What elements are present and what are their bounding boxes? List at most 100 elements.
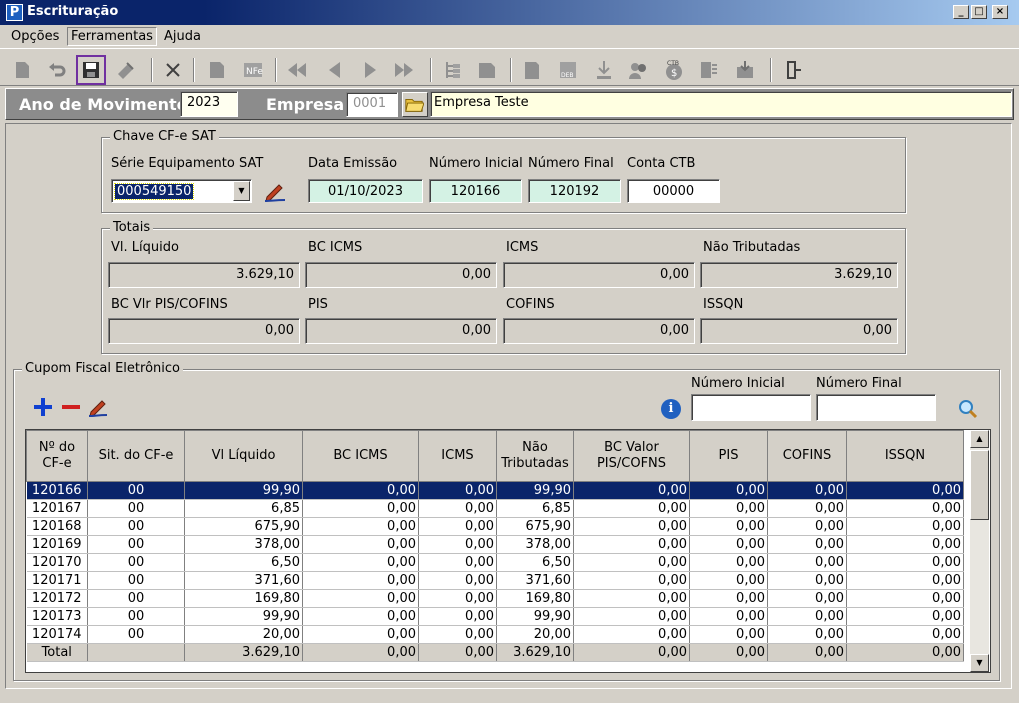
filtro-numero-inicial-field[interactable] bbox=[691, 394, 811, 421]
nao-tributadas-field: 3.629,10 bbox=[700, 262, 898, 288]
scroll-up-icon[interactable]: ▲ bbox=[970, 430, 989, 448]
menu-opcoes[interactable]: Opções bbox=[11, 29, 59, 44]
total-cell: 3.629,10 bbox=[496, 643, 574, 662]
edit-pencil-icon[interactable] bbox=[262, 178, 288, 204]
chevron-down-icon[interactable]: ▼ bbox=[233, 181, 250, 201]
table-cell: 0,00 bbox=[418, 553, 497, 572]
bc-pis-cofins-field: 0,00 bbox=[108, 318, 300, 344]
col-header-cofins[interactable]: COFINS bbox=[767, 430, 847, 482]
info-icon[interactable]: i bbox=[661, 399, 681, 419]
table-cell: 0,00 bbox=[767, 553, 847, 572]
table-cell: 0,00 bbox=[846, 517, 964, 536]
open-folder-button[interactable] bbox=[402, 92, 428, 117]
table-cell: 675,90 bbox=[496, 517, 574, 536]
issqn-field: 0,00 bbox=[700, 318, 898, 344]
scroll-down-icon[interactable]: ▼ bbox=[970, 654, 989, 672]
col-header-situacao[interactable]: Sit. do CF-e bbox=[87, 430, 185, 482]
folder-doc-icon[interactable] bbox=[474, 57, 500, 83]
col-header-bc-pis-cofins[interactable]: BC Valor PIS/COFNS bbox=[573, 430, 690, 482]
numero-inicial-field[interactable]: 120166 bbox=[429, 179, 522, 203]
conta-ctb-field[interactable]: 00000 bbox=[627, 179, 720, 203]
book-icon[interactable] bbox=[519, 57, 545, 83]
total-cell: 0,00 bbox=[767, 643, 847, 662]
filtro-numero-final-field[interactable] bbox=[816, 394, 936, 421]
table-cell: 00 bbox=[87, 589, 185, 608]
table-cell: 0,00 bbox=[418, 535, 497, 554]
table-row[interactable]: 120173 00 99,90 0,00 0,00 99,90 0,00 0,00 0,00 0,… bbox=[26, 607, 964, 626]
table-scrollbar[interactable]: ▲ ▼ bbox=[970, 430, 989, 672]
pis-field: 0,00 bbox=[305, 318, 497, 344]
table-cell: 120168 bbox=[26, 517, 88, 536]
totais-legend: Totais bbox=[110, 220, 154, 235]
table-row[interactable]: 120166 00 99,90 0,00 0,00 99,90 0,00 0,00 0,00 0,… bbox=[26, 481, 964, 500]
svg-text:NFe: NFe bbox=[246, 67, 263, 77]
edit-pencil-icon[interactable] bbox=[86, 395, 110, 419]
numero-final-field[interactable]: 120192 bbox=[528, 179, 621, 203]
table-row[interactable]: 120167 00 6,85 0,00 0,00 6,85 0,00 0,00 0,00 0,00 bbox=[26, 499, 964, 518]
empresa-name-field: Empresa Teste bbox=[430, 91, 1012, 117]
search-icon[interactable] bbox=[957, 398, 979, 420]
col-header-pis[interactable]: PIS bbox=[689, 430, 768, 482]
col-header-nao-tributadas[interactable]: Não Tributadas bbox=[496, 430, 574, 482]
table-cell: 0,00 bbox=[689, 607, 768, 626]
total-cell: 0,00 bbox=[689, 643, 768, 662]
table-cell: 120173 bbox=[26, 607, 88, 626]
download-icon[interactable] bbox=[591, 57, 617, 83]
ctb-money-icon[interactable]: $ CTB bbox=[661, 57, 687, 83]
table-cell: 99,90 bbox=[184, 481, 303, 500]
undo-icon[interactable] bbox=[44, 57, 70, 83]
table-cell: 120167 bbox=[26, 499, 88, 518]
col-header-vl-liquido[interactable]: Vl Líquido bbox=[184, 430, 303, 482]
deb-icon[interactable]: DEB bbox=[555, 57, 581, 83]
title-bar[interactable]: P Escrituração _ □ × bbox=[0, 0, 1019, 25]
table-row[interactable]: 120169 00 378,00 0,00 0,00 378,00 0,00 0,00 0,00… bbox=[26, 535, 964, 554]
menu-ajuda[interactable]: Ajuda bbox=[164, 29, 201, 44]
table-cell: 0,00 bbox=[846, 571, 964, 590]
first-record-icon[interactable] bbox=[284, 57, 310, 83]
table-cell: 20,00 bbox=[184, 625, 303, 644]
col-header-bc-icms[interactable]: BC ICMS bbox=[302, 430, 419, 482]
col-header-issqn[interactable]: ISSQN bbox=[846, 430, 964, 482]
serie-select[interactable]: 000549150 ▼ bbox=[111, 179, 252, 203]
last-record-icon[interactable] bbox=[391, 57, 417, 83]
window-title: Escrituração bbox=[27, 4, 119, 19]
table-cell: 0,00 bbox=[418, 589, 497, 608]
exit-icon[interactable] bbox=[780, 57, 806, 83]
bc-icms-field: 0,00 bbox=[305, 262, 497, 288]
col-header-numero[interactable]: Nº do CF-e bbox=[26, 430, 88, 482]
table-row[interactable]: 120174 00 20,00 0,00 0,00 20,00 0,00 0,00 0,00 0,… bbox=[26, 625, 964, 644]
table-cell: 0,00 bbox=[767, 589, 847, 608]
tree-icon[interactable] bbox=[440, 57, 466, 83]
table-row[interactable]: 120171 00 371,60 0,00 0,00 371,60 0,00 0,00 0,00… bbox=[26, 571, 964, 590]
document-icon[interactable] bbox=[204, 57, 230, 83]
menu-ferramentas[interactable]: Ferramentas bbox=[67, 27, 157, 46]
save-button[interactable] bbox=[76, 55, 106, 85]
filtro-numero-inicial-label: Número Inicial bbox=[691, 376, 785, 391]
new-document-icon[interactable] bbox=[9, 57, 35, 83]
table-row[interactable]: 120170 00 6,50 0,00 0,00 6,50 0,00 0,00 0,00 0,00 bbox=[26, 553, 964, 572]
issqn-label: ISSQN bbox=[703, 297, 744, 312]
report-icon[interactable] bbox=[696, 57, 722, 83]
col-header-icms[interactable]: ICMS bbox=[418, 430, 497, 482]
empresa-code-field[interactable]: 0001 bbox=[346, 92, 398, 117]
vl-liquido-label: Vl. Líquido bbox=[111, 240, 179, 255]
next-record-icon[interactable] bbox=[357, 57, 383, 83]
table-row[interactable]: 120168 00 675,90 0,00 0,00 675,90 0,00 0,00 0,00… bbox=[26, 517, 964, 536]
numero-inicial-label: Número Inicial bbox=[429, 156, 523, 171]
scroll-thumb[interactable] bbox=[970, 450, 989, 520]
cfe-table[interactable]: Nº do CF-e Sit. do CF-e Vl Líquido BC IC… bbox=[25, 429, 991, 673]
tools-icon[interactable] bbox=[113, 57, 139, 83]
minimize-button[interactable]: _ bbox=[953, 5, 969, 19]
nfe-icon[interactable]: NFe bbox=[240, 57, 266, 83]
ano-field[interactable]: 2023 bbox=[180, 91, 238, 117]
people-icon[interactable] bbox=[625, 57, 651, 83]
data-emissao-field[interactable]: 01/10/2023 bbox=[308, 179, 423, 203]
add-icon[interactable] bbox=[31, 395, 55, 419]
maximize-button[interactable]: □ bbox=[971, 5, 987, 19]
remove-icon[interactable] bbox=[59, 395, 83, 419]
import-icon[interactable] bbox=[732, 57, 758, 83]
table-row[interactable]: 120172 00 169,80 0,00 0,00 169,80 0,00 0,00 0,00… bbox=[26, 589, 964, 608]
delete-icon[interactable] bbox=[160, 57, 186, 83]
previous-record-icon[interactable] bbox=[322, 57, 348, 83]
close-button[interactable]: × bbox=[992, 5, 1008, 19]
